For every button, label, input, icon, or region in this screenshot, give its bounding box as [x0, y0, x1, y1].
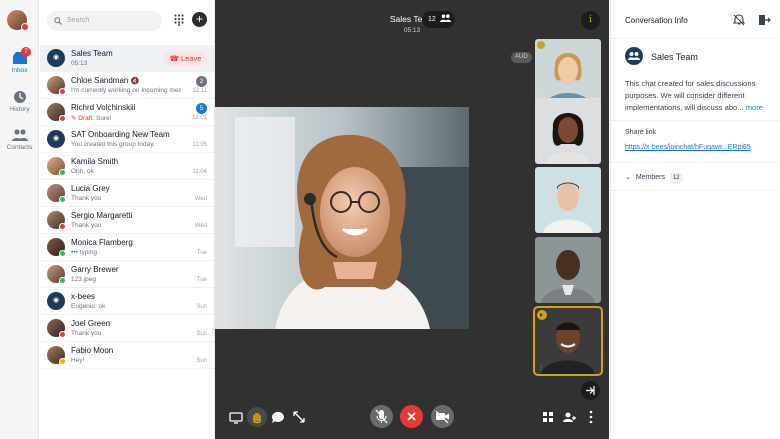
inbox-badge: 7 — [21, 47, 31, 57]
search-icon — [54, 17, 62, 25]
typing-icon: ••• — [71, 249, 78, 256]
list-item[interactable]: Lucia Grey Thank you Wed — [40, 180, 214, 207]
participant-tile-speaking[interactable]: ⋮ — [533, 306, 603, 376]
conversation-info-panel: Conversation Info Sales Team This chat c… — [610, 0, 780, 439]
call-title: Sales Team — [389, 14, 435, 24]
divider — [611, 190, 780, 191]
list-item[interactable]: ◉ Sales Team 05:13 ☎ Leave — [40, 45, 214, 72]
list-item[interactable]: ◉ x-bees Eugenio: ok Sun — [40, 288, 214, 315]
dialpad-icon[interactable] — [174, 14, 184, 26]
status-dot — [59, 358, 66, 365]
new-chat-button[interactable]: + — [192, 12, 207, 27]
list-item[interactable]: Kamila Smith Ohh, ok 11:04 — [40, 153, 214, 180]
status-dot — [59, 196, 66, 203]
divider — [611, 162, 780, 163]
list-item[interactable]: Richrd Volchinskiii ✎ Draft: Sure! 5 12:… — [40, 99, 214, 126]
status-dot — [21, 23, 29, 31]
members-count: 12 — [669, 173, 683, 183]
list-item[interactable]: Garry Brewer 123.jpeg Tue — [40, 261, 214, 288]
video-stage: Sales Team 05:13 12 i AUD ⋮ ⋮ — [215, 0, 609, 439]
info-button[interactable]: i — [581, 11, 600, 30]
search-input[interactable]: Search — [47, 11, 162, 31]
leave-button[interactable]: ☎ Leave — [164, 51, 207, 66]
end-call-button[interactable] — [400, 405, 423, 428]
more-link[interactable]: more — [746, 103, 763, 112]
contacts-icon — [11, 129, 28, 141]
team-avatar: ◉ — [47, 292, 65, 310]
mic-muted-icon — [375, 409, 388, 424]
leave-chat-icon[interactable] — [757, 13, 771, 27]
status-dot — [59, 223, 66, 230]
mute-notifications-icon[interactable] — [732, 13, 746, 27]
audio-badge: AUD — [511, 52, 532, 63]
participant-tile[interactable]: ⋮ — [535, 98, 601, 164]
list-item[interactable]: ◉ SAT Onboarding New Team You created th… — [40, 126, 214, 153]
panel-title: Conversation Info — [625, 16, 688, 25]
status-dot — [59, 331, 66, 338]
participants-button[interactable]: 12 — [422, 11, 455, 28]
people-icon — [439, 14, 451, 22]
participant-tile[interactable]: ⋮ — [535, 39, 601, 105]
left-rail: Inbox 7 History Contacts — [0, 0, 39, 439]
unread-badge: 2 — [196, 76, 207, 87]
team-avatar — [625, 47, 643, 65]
collapse-button[interactable] — [581, 381, 600, 400]
participant-tile[interactable] — [535, 167, 601, 233]
svg-text:⋮: ⋮ — [538, 155, 544, 161]
status-dot — [59, 115, 66, 122]
muted-icon: 🔇 — [130, 78, 140, 85]
user-avatar[interactable] — [7, 10, 29, 31]
screen-share-icon[interactable] — [226, 407, 246, 427]
conversation-list: Search + ◉ Sales Team 05:13 ☎ Leave Chlo… — [40, 0, 215, 439]
chat-description: This chat created for sales discussions … — [625, 79, 764, 112]
list-item[interactable]: Monica Flamberg ••• typing Tue — [40, 234, 214, 261]
rail-item-inbox[interactable]: Inbox 7 — [0, 47, 39, 74]
rail-item-contacts[interactable]: Contacts — [0, 128, 39, 151]
status-dot — [59, 277, 66, 284]
call-timer: 05:13 — [403, 27, 421, 34]
chat-icon[interactable] — [268, 407, 288, 427]
list-item[interactable]: Sergio Margaretti Thank you Wed — [40, 207, 214, 234]
camera-button[interactable] — [431, 405, 454, 428]
list-item[interactable]: Fabio Moon Hey! Sun — [40, 342, 214, 369]
chevron-down-icon: ⌄ — [625, 174, 631, 181]
people-icon — [628, 52, 640, 60]
add-participant-icon[interactable] — [559, 407, 579, 427]
list-item[interactable]: Chloe Sandman 🔇 I'm currently working on… — [40, 72, 214, 99]
rail-item-history[interactable]: History — [0, 90, 39, 113]
divider — [611, 38, 780, 39]
participant-tile[interactable] — [535, 237, 601, 303]
hand-icon — [253, 413, 261, 424]
more-options-icon[interactable] — [581, 407, 601, 427]
camera-off-icon — [435, 410, 449, 424]
exit-fullscreen-icon — [586, 386, 595, 395]
share-link-label: Share link — [625, 129, 657, 136]
clock-icon — [13, 91, 26, 103]
close-icon — [407, 412, 416, 421]
members-toggle[interactable]: ⌄ Members 12 — [625, 173, 683, 183]
team-name: Sales Team — [651, 52, 698, 62]
expand-icon[interactable] — [289, 407, 309, 427]
team-avatar: ◉ — [47, 130, 65, 148]
share-link[interactable]: https://x-bees/joinchat/hFuqawr...ERpi65 — [625, 144, 751, 151]
main-video-feed — [215, 107, 469, 329]
list-item[interactable]: Joel Green Thank you Sun — [40, 315, 214, 342]
svg-text:⋮: ⋮ — [538, 365, 544, 371]
raise-hand-button[interactable] — [247, 407, 267, 427]
divider — [611, 120, 780, 121]
grid-view-icon[interactable] — [538, 407, 558, 427]
microphone-button[interactable] — [370, 405, 393, 428]
unread-badge: 5 — [196, 103, 207, 114]
status-dot — [59, 250, 66, 257]
team-avatar: ◉ — [47, 49, 65, 67]
status-dot — [59, 88, 66, 95]
status-dot — [59, 169, 66, 176]
